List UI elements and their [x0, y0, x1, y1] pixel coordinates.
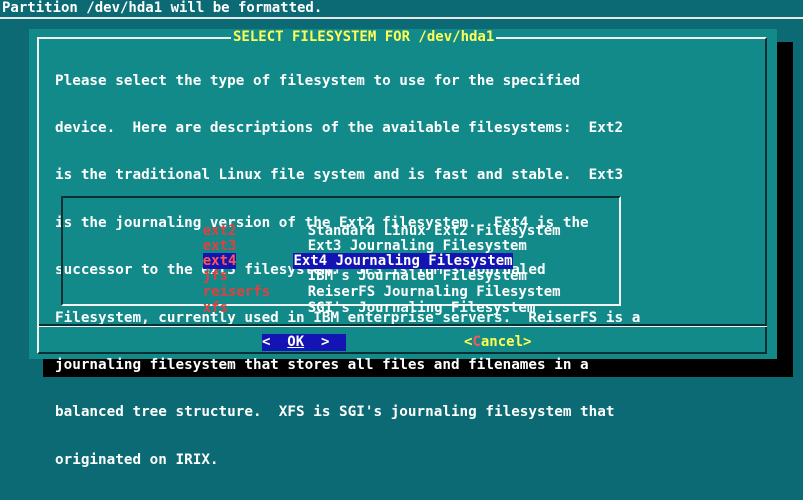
- list-item-jfs[interactable]: jfs IBM's Journaled Filesystem: [169, 252, 527, 284]
- description-line: balanced tree structure. XFS is SGI's jo…: [55, 404, 615, 421]
- button-divider-highlight: [39, 326, 767, 327]
- cancel-button[interactable]: <Cancel>: [464, 334, 531, 351]
- filesystem-dialog: SELECT FILESYSTEM FOR /dev/hda1 Please s…: [29, 29, 777, 468]
- status-bar: Partition /dev/hda1 will be formatted.: [0, 0, 803, 16]
- description-line: journaling filesystem that stores all fi…: [55, 356, 589, 373]
- list-item-ext4[interactable]: ext4 Ext4 Journaling Filesystem: [169, 237, 513, 269]
- description-line: is the traditional Linux file system and…: [55, 167, 624, 184]
- list-item-ext2[interactable]: ext2 Standard Linux Ext2 Filesystem: [169, 207, 561, 239]
- cancel-label: ancel: [480, 334, 524, 350]
- list-item-label: SGI's Journaling Filesystem: [307, 300, 536, 316]
- list-item-reiserfs[interactable]: reiserfs ReiserFS Journaling Filesystem: [169, 268, 561, 300]
- description-line: originated on IRIX.: [55, 451, 219, 468]
- status-divider: [0, 17, 803, 19]
- list-item-tag: xfs: [202, 300, 229, 316]
- ok-right-bracket: >: [304, 334, 330, 350]
- cancel-hotkey: C: [472, 334, 481, 350]
- cancel-right-bracket: >: [523, 334, 532, 350]
- list-item-xfs[interactable]: xfs SGI's Journaling Filesystem: [169, 284, 536, 316]
- description-line: Please select the type of filesystem to …: [55, 72, 581, 89]
- ok-label: OK: [287, 334, 305, 350]
- description-line: device. Here are descriptions of the ava…: [55, 119, 624, 136]
- ok-button[interactable]: < OK >: [262, 334, 346, 351]
- list-item-ext3[interactable]: ext3 Ext3 Journaling Filesystem: [169, 222, 527, 254]
- status-text: Partition /dev/hda1 will be formatted.: [2, 0, 323, 16]
- ok-left-bracket: <: [262, 334, 288, 350]
- dialog-shadow-right: [777, 42, 793, 377]
